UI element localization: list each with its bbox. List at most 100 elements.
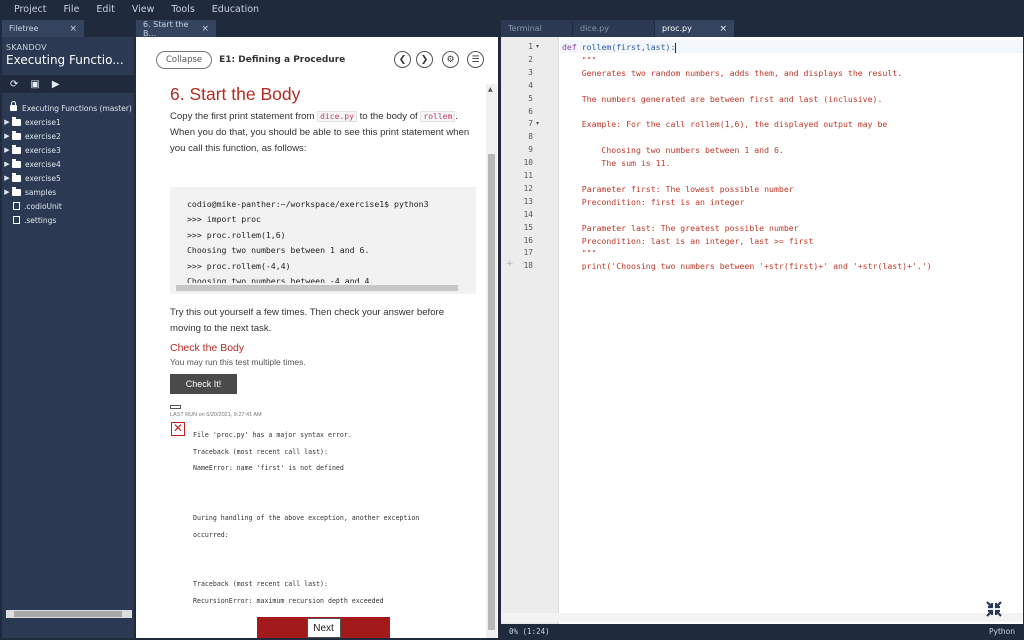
code-text: """ <box>562 54 597 65</box>
last-run-timestamp: LAST RUN on 6/20/2021, 9:27:41 AM <box>170 412 262 418</box>
scroll-up-icon[interactable]: ▲ <box>488 86 493 93</box>
line-number: 2 <box>528 54 533 64</box>
code-line: Generates two random numbers, adds them,… <box>562 68 902 78</box>
folder-icon <box>12 172 21 182</box>
tree-item-label: exercise3 <box>25 145 61 155</box>
tab-label: proc.py <box>662 24 692 33</box>
code-line: """ <box>562 248 597 258</box>
guide-tabbar: 6. Start the B... × <box>136 20 498 38</box>
line-number: 4 <box>528 80 533 90</box>
filetree-toolbar: ⟳ ▣ ▶ <box>2 75 134 93</box>
close-icon[interactable]: × <box>719 24 727 34</box>
check-heading: Check the Body <box>170 342 245 354</box>
line-number: 7 <box>528 119 533 129</box>
collapse-button[interactable]: Collapse <box>156 51 213 69</box>
menu-item-edit[interactable]: Edit <box>96 4 114 15</box>
menu-item-tools[interactable]: Tools <box>171 4 194 15</box>
tree-item-exercise5[interactable]: ▶ exercise5 <box>2 171 134 185</box>
editor-tabbar: Terminal dice.py proc.py × <box>501 20 1023 37</box>
expand-icon[interactable]: ▶ <box>2 146 12 154</box>
line-gutter: 1 ▾ 2 3 4 5 6 7 ▾ 8 9 10 11 12 13 14 15 16 17 18 + <box>501 37 559 624</box>
expand-icon[interactable]: ▶ <box>2 174 12 182</box>
filetree-tabbar: Filetree × <box>2 20 134 37</box>
tab-terminal[interactable]: Terminal <box>501 20 573 37</box>
settings-icon[interactable]: ⚙ <box>442 51 459 68</box>
code-text: Example: For the call rollem(1,6), the d… <box>562 119 888 130</box>
tab-label: Terminal <box>508 24 542 33</box>
code-line: Precondition: last is an integer, last >… <box>562 235 814 246</box>
expand-icon[interactable]: ▶ <box>2 160 12 168</box>
list-icon[interactable]: ☰ <box>467 51 484 68</box>
file-icon <box>13 216 20 224</box>
guide-scrollbar[interactable]: ▲ <box>486 84 497 638</box>
filetree-scrollbar[interactable] <box>6 610 132 618</box>
code-text: Generates two random numbers, adds them,… <box>562 67 903 78</box>
menu-item-view[interactable]: View <box>132 4 155 15</box>
tree-root[interactable]: Executing Functions (master) <box>2 101 134 115</box>
line-number: 15 <box>523 222 533 232</box>
menu-item-education[interactable]: Education <box>212 4 259 15</box>
tree-item-exercise4[interactable]: ▶ exercise4 <box>2 157 134 171</box>
code-line: The sum is 11. <box>562 158 670 168</box>
monitor-icon[interactable]: ▣ <box>30 79 39 90</box>
code-line: Parameter last: The greatest possible nu… <box>562 223 799 233</box>
tree-item-label: exercise5 <box>25 173 61 183</box>
folder-icon <box>12 116 21 126</box>
check-subtext: You may run this test multiple times. <box>170 357 306 367</box>
expand-icon[interactable]: ▶ <box>2 132 12 140</box>
guide-panel: 6. Start the B... × Collapse E1: Definin… <box>136 20 498 638</box>
fold-icon[interactable]: ▾ <box>536 120 539 127</box>
code-line: Parameter first: The lowest possible num… <box>562 184 794 194</box>
tree-item-label: exercise4 <box>25 159 61 169</box>
tree-item-settings[interactable]: .settings <box>2 213 134 227</box>
tab-proc-py[interactable]: proc.py × <box>655 20 735 37</box>
refresh-icon[interactable]: ⟳ <box>10 79 18 90</box>
expand-icon[interactable]: ▶ <box>2 118 12 126</box>
collapse-icon[interactable] <box>985 600 1003 618</box>
editor-scrollbar[interactable] <box>501 613 1023 622</box>
line-number: 10 <box>523 158 533 168</box>
code-scrollbar[interactable] <box>170 283 476 293</box>
code-text: Precondition: first is an integer <box>562 196 745 207</box>
line-number: 16 <box>523 235 533 245</box>
line-number: 11 <box>523 171 533 180</box>
guide-header: Collapse E1: Defining a Procedure ❮ ❯ ⚙ … <box>136 37 498 83</box>
tab-guide[interactable]: 6. Start the B... × <box>136 20 216 38</box>
folder-icon <box>12 144 21 154</box>
tree-item-label: .codioUnit <box>24 201 62 211</box>
code-line: """ <box>562 55 597 65</box>
tree-item-exercise2[interactable]: ▶ exercise2 <box>2 129 134 143</box>
expand-icon[interactable]: ▶ <box>2 188 12 196</box>
tab-dice-py[interactable]: dice.py <box>573 20 655 37</box>
next-icon[interactable]: ❯ <box>416 51 433 68</box>
tree-item-label: exercise1 <box>25 117 61 127</box>
fail-icon: ✕ <box>171 421 185 436</box>
cursor-position: 0% (1:24) <box>509 626 550 636</box>
close-icon[interactable]: × <box>201 24 209 34</box>
instruction-paragraph: Copy the first print statement from dice… <box>170 109 482 157</box>
menu-item-project[interactable]: Project <box>14 4 47 15</box>
menu-item-file[interactable]: File <box>64 4 80 15</box>
menu-bar: Project File Edit View Tools Education <box>0 0 1024 18</box>
line-number: 8 <box>528 132 533 142</box>
tab-label: dice.py <box>580 24 609 33</box>
code-text: Precondition: last is an integer, last >… <box>562 235 814 246</box>
play-icon[interactable]: ▶ <box>52 79 60 90</box>
tree-item-exercise1[interactable]: ▶ exercise1 <box>2 115 134 129</box>
code-line: Precondition: first is an integer <box>562 196 745 207</box>
check-it-button[interactable]: Check It! <box>170 374 237 394</box>
language-label[interactable]: Python <box>989 627 1015 636</box>
fold-icon[interactable]: ▾ <box>536 43 539 50</box>
guide-content: 6. Start the Body Copy the first print s… <box>170 84 482 157</box>
close-icon[interactable]: × <box>69 24 77 34</box>
toggle-output-button[interactable] <box>170 405 181 409</box>
file-icon <box>13 202 20 210</box>
next-button[interactable]: Next <box>306 618 341 638</box>
tree-item-samples[interactable]: ▶ samples <box>2 185 134 199</box>
filetree-panel: Filetree × SKANDOV Executing Functio... … <box>2 20 134 638</box>
tree-item-codioUnit[interactable]: .codioUnit <box>2 199 134 213</box>
tree-item-exercise3[interactable]: ▶ exercise3 <box>2 143 134 157</box>
prev-icon[interactable]: ❮ <box>394 51 411 68</box>
code-line: Example: For the call rollem(1,6), the d… <box>562 119 888 130</box>
tab-filetree[interactable]: Filetree × <box>2 20 84 37</box>
